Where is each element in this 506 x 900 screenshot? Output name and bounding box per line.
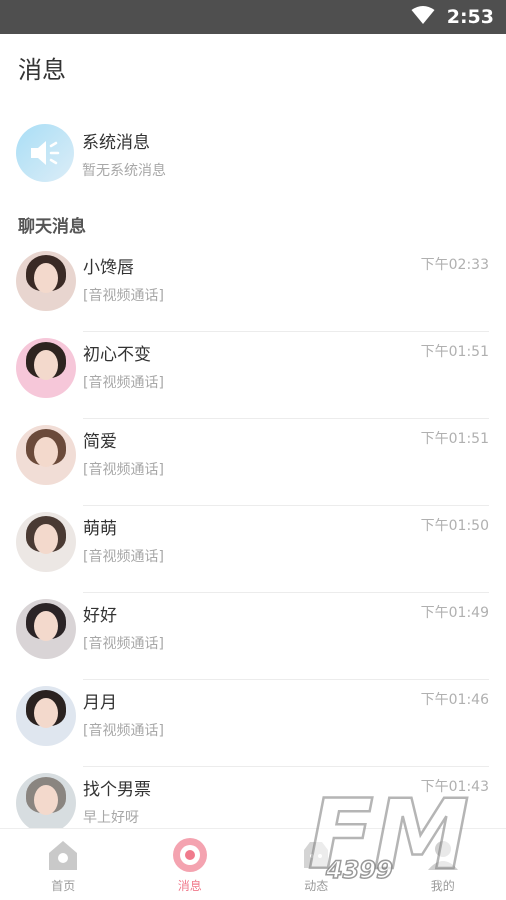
chat-item[interactable]: 月月 下午01:46 [音视频通话] — [0, 680, 506, 767]
avatar[interactable] — [16, 512, 76, 572]
chat-time: 下午01:46 — [420, 692, 489, 708]
chat-item[interactable]: 简爱 下午01:51 [音视频通话] — [0, 419, 506, 506]
chat-last-message: [音视频通话] — [83, 636, 164, 652]
chat-list: 小馋唇 下午02:33 [音视频通话] 初心不变 下午01:51 [音视频通话] 简爱 下午0… — [0, 245, 506, 854]
chat-last-message: [音视频通话] — [83, 288, 164, 304]
bottom-nav: 首页 消息 动态 我的 — [0, 828, 506, 900]
avatar[interactable] — [16, 599, 76, 659]
chat-name: 小馋唇 — [83, 258, 134, 278]
avatar[interactable] — [16, 338, 76, 398]
avatar[interactable] — [16, 686, 76, 746]
chat-item[interactable]: 好好 下午01:49 [音视频通话] — [0, 593, 506, 680]
avatar[interactable] — [16, 251, 76, 311]
chat-name: 简爱 — [83, 432, 117, 452]
avatar-face — [34, 437, 58, 467]
chat-name: 初心不变 — [83, 345, 151, 365]
speaker-icon — [16, 124, 74, 182]
system-message-subtitle: 暂无系统消息 — [82, 163, 166, 179]
nav-item-home[interactable]: 首页 — [0, 829, 127, 900]
chat-time: 下午01:51 — [420, 344, 489, 360]
nav-item-profile[interactable]: 我的 — [380, 829, 506, 900]
avatar-face — [34, 524, 58, 554]
status-time: 2:53 — [446, 6, 494, 28]
avatar-face — [34, 785, 58, 815]
messages-screen: 2:53 消息 系统消息 暂无系统消息 聊天消息 小馋唇 下午02:33 [音视频通… — [0, 0, 506, 900]
chat-last-message: [音视频通话] — [83, 549, 164, 565]
nav-label-moments: 动态 — [304, 879, 329, 893]
chat-name: 萌萌 — [83, 519, 117, 539]
chat-time: 下午01:43 — [420, 779, 489, 795]
chat-item[interactable]: 萌萌 下午01:50 [音视频通话] — [0, 506, 506, 593]
avatar-face — [34, 698, 58, 728]
chat-name: 好好 — [83, 606, 117, 626]
chat-section-title: 聊天消息 — [18, 217, 86, 237]
avatar[interactable] — [16, 425, 76, 485]
avatar-face — [34, 263, 58, 293]
system-message-title: 系统消息 — [82, 133, 150, 153]
moments-icon — [298, 837, 334, 873]
wifi-icon — [411, 5, 435, 29]
nav-label-home: 首页 — [51, 879, 76, 893]
page-title: 消息 — [18, 56, 66, 84]
message-icon — [172, 837, 208, 873]
chat-time: 下午01:49 — [420, 605, 489, 621]
chat-item[interactable]: 初心不变 下午01:51 [音视频通话] — [0, 332, 506, 419]
status-bar: 2:53 — [0, 0, 506, 34]
avatar-face — [34, 350, 58, 380]
chat-last-message: [音视频通话] — [83, 375, 164, 391]
nav-label-profile: 我的 — [430, 879, 455, 893]
nav-item-messages[interactable]: 消息 — [127, 829, 254, 900]
chat-time: 下午01:51 — [420, 431, 489, 447]
chat-last-message: [音视频通话] — [83, 462, 164, 478]
nav-label-messages: 消息 — [177, 879, 202, 893]
avatar-face — [34, 611, 58, 641]
chat-time: 下午02:33 — [420, 257, 489, 273]
chat-name: 月月 — [83, 693, 117, 713]
chat-time: 下午01:50 — [420, 518, 489, 534]
nav-item-moments[interactable]: 动态 — [253, 829, 380, 900]
chat-last-message: 早上好呀 — [83, 810, 139, 826]
chat-last-message: [音视频通话] — [83, 723, 164, 739]
profile-icon — [425, 837, 461, 873]
chat-name: 找个男票 — [83, 780, 151, 800]
system-message-row[interactable]: 系统消息 暂无系统消息 — [16, 124, 490, 184]
chat-item[interactable]: 小馋唇 下午02:33 [音视频通话] — [0, 245, 506, 332]
home-icon — [45, 837, 81, 873]
avatar[interactable] — [16, 773, 76, 833]
